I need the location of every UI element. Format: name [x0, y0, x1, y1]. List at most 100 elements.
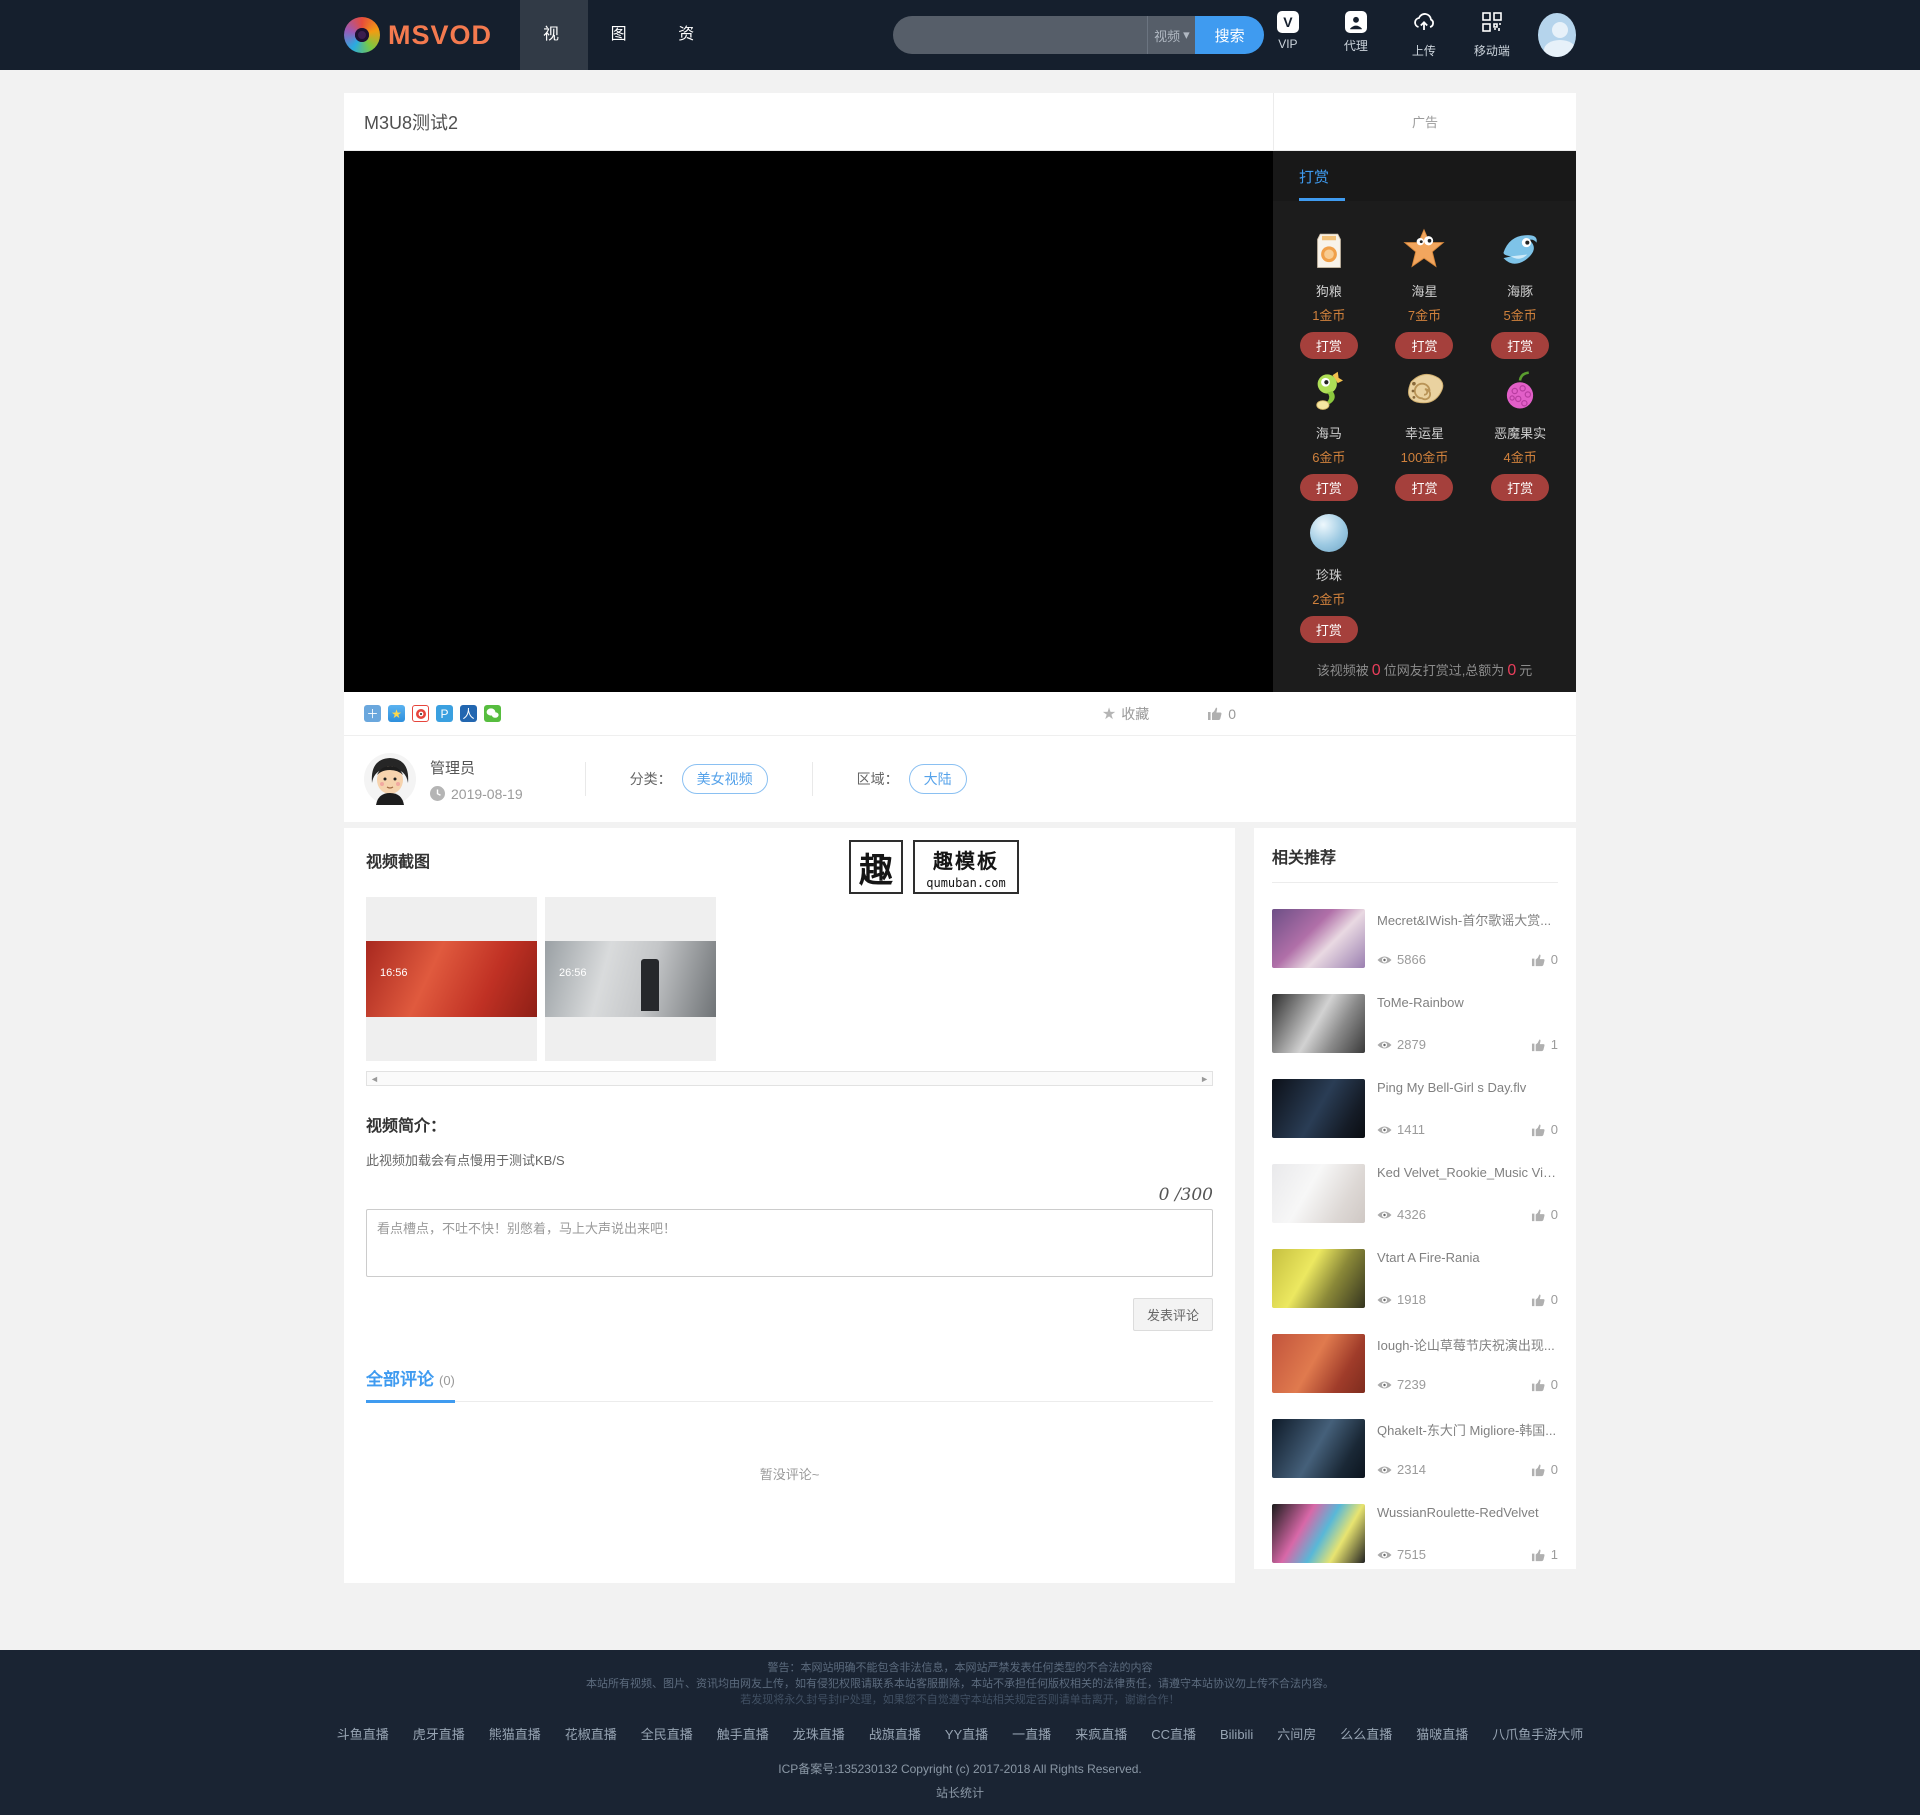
- related-thumbnail: [1272, 909, 1365, 968]
- mobile-qr-icon: [1481, 11, 1503, 38]
- eye-icon: [1377, 1295, 1392, 1305]
- chevron-down-icon: ▾: [1183, 27, 1190, 43]
- weibo-icon[interactable]: [412, 705, 429, 722]
- wechat-icon[interactable]: [484, 705, 501, 722]
- dolphin-icon: [1472, 225, 1568, 273]
- search-button[interactable]: 搜索: [1195, 16, 1263, 54]
- screenshot-card[interactable]: 16:56: [366, 897, 537, 1061]
- footer-link[interactable]: YY直播: [945, 1727, 988, 1742]
- author-avatar[interactable]: [364, 753, 416, 805]
- like-button[interactable]: 0: [1207, 706, 1236, 722]
- footer-link[interactable]: Bilibili: [1220, 1727, 1253, 1742]
- footer-link[interactable]: 一直播: [1012, 1727, 1051, 1742]
- publish-date: 2019-08-19: [451, 786, 523, 802]
- related-thumbnail: [1272, 1334, 1365, 1393]
- author-name[interactable]: 管理员: [430, 757, 523, 778]
- reward-button[interactable]: 打赏: [1300, 332, 1358, 359]
- thumbs-up-icon: [1531, 1548, 1546, 1562]
- nav-item-images[interactable]: 图片: [588, 0, 656, 70]
- reward-button[interactable]: 打赏: [1395, 332, 1453, 359]
- footer-link[interactable]: CC直播: [1151, 1727, 1196, 1742]
- related-item[interactable]: Vtart A Fire-Rania 1918 0: [1272, 1249, 1558, 1308]
- view-count: 4326: [1397, 1207, 1426, 1222]
- favorite-button[interactable]: ★ 收藏: [1102, 704, 1149, 724]
- related-title: Ked Velvet_Rookie_Music Vid...: [1377, 1165, 1558, 1180]
- footer-link[interactable]: 战旗直播: [869, 1727, 921, 1742]
- related-item[interactable]: Mecret&IWish-首尔歌谣大赏... 5866 0: [1272, 909, 1558, 968]
- reward-item: 海马 6金币 打赏: [1281, 367, 1377, 501]
- tab-all-comments[interactable]: 全部评论(0): [366, 1365, 455, 1403]
- scroll-left-icon[interactable]: ◄: [370, 1074, 379, 1084]
- related-title: QhakeIt-东大门 Migliore-韩国...: [1377, 1420, 1558, 1439]
- nav-item-video[interactable]: 视频: [520, 0, 588, 70]
- screenshot-card[interactable]: 26:56: [545, 897, 716, 1061]
- footer-link[interactable]: 全民直播: [641, 1727, 693, 1742]
- reward-button[interactable]: 打赏: [1395, 474, 1453, 501]
- submit-comment-button[interactable]: 发表评论: [1133, 1298, 1213, 1331]
- related-item[interactable]: Iough-论山草莓节庆祝演出现... 7239 0: [1272, 1334, 1558, 1393]
- search-type-select[interactable]: 视频▾: [1147, 16, 1195, 54]
- nav-item-news[interactable]: 资讯: [655, 0, 723, 70]
- like-count: 0: [1551, 1207, 1558, 1222]
- pearl-icon: [1281, 509, 1377, 557]
- category-tag[interactable]: 美女视频: [682, 764, 768, 794]
- reward-button[interactable]: 打赏: [1491, 474, 1549, 501]
- lucky-star-icon: [1377, 367, 1473, 415]
- footer-link[interactable]: 八爪鱼手游大师: [1492, 1727, 1583, 1742]
- footer-link[interactable]: 花椒直播: [565, 1727, 617, 1742]
- reward-button[interactable]: 打赏: [1491, 332, 1549, 359]
- tencent-friend-icon[interactable]: P: [436, 705, 453, 722]
- watermark: 趣 趣模板 qumuban.com: [849, 840, 1019, 894]
- footer-link[interactable]: 猫啵直播: [1416, 1727, 1468, 1742]
- footer-link[interactable]: 虎牙直播: [413, 1727, 465, 1742]
- reward-item: 海豚 5金币 打赏: [1472, 225, 1568, 359]
- like-count: 1: [1551, 1547, 1558, 1562]
- reward-button[interactable]: 打赏: [1300, 474, 1358, 501]
- qzone-icon[interactable]: ★: [388, 705, 405, 722]
- share-more-icon[interactable]: ＋: [364, 705, 381, 722]
- related-title: Ping My Bell-Girl s Day.flv: [1377, 1080, 1558, 1095]
- tab-underline: [1299, 198, 1345, 201]
- video-player[interactable]: [344, 151, 1273, 692]
- reward-price: 5金币: [1472, 305, 1568, 324]
- horizontal-scrollbar[interactable]: ◄ ►: [366, 1071, 1213, 1086]
- related-item[interactable]: Ked Velvet_Rookie_Music Vid... 4326 0: [1272, 1164, 1558, 1223]
- comment-input[interactable]: [366, 1209, 1213, 1277]
- region-tag[interactable]: 大陆: [909, 764, 967, 794]
- footer-link[interactable]: 熊猫直播: [489, 1727, 541, 1742]
- reward-button[interactable]: 打赏: [1300, 616, 1358, 643]
- footer-link[interactable]: 龙珠直播: [793, 1727, 845, 1742]
- footer-link[interactable]: 斗鱼直播: [337, 1727, 389, 1742]
- like-count: 0: [1551, 1377, 1558, 1392]
- tab-reward[interactable]: 打赏: [1299, 166, 1329, 187]
- main-nav: 视频 图片 资讯: [520, 0, 723, 70]
- upload-link[interactable]: 上传: [1400, 11, 1448, 59]
- agent-link[interactable]: 代理: [1332, 11, 1380, 59]
- scroll-right-icon[interactable]: ►: [1200, 1074, 1209, 1084]
- related-title: Vtart A Fire-Rania: [1377, 1250, 1558, 1265]
- footer-link[interactable]: 么么直播: [1340, 1727, 1392, 1742]
- user-avatar[interactable]: [1538, 13, 1576, 57]
- logo-shutter-icon: [344, 17, 380, 53]
- site-logo[interactable]: MSVOD: [344, 17, 492, 53]
- view-count: 2314: [1397, 1462, 1426, 1477]
- vip-link[interactable]: V VIP: [1264, 11, 1312, 59]
- reward-item: 狗粮 1金币 打赏: [1281, 225, 1377, 359]
- renren-icon[interactable]: 人: [460, 705, 477, 722]
- mobile-link[interactable]: 移动端: [1468, 11, 1516, 59]
- footer: 警告：本网站明确不能包含非法信息，本网站严禁发表任何类型的不合法的内容 本站所有…: [0, 1650, 1920, 1815]
- related-item[interactable]: Ping My Bell-Girl s Day.flv 1411 0: [1272, 1079, 1558, 1138]
- search-input[interactable]: [893, 16, 1147, 54]
- footer-link[interactable]: 触手直播: [717, 1727, 769, 1742]
- footer-link[interactable]: 来疯直播: [1075, 1727, 1127, 1742]
- region-label: 区域：: [857, 769, 899, 789]
- related-item[interactable]: ToMe-Rainbow 2879 1: [1272, 994, 1558, 1053]
- reward-panel: 打赏 狗粮 1金币 打赏: [1273, 151, 1576, 692]
- related-item[interactable]: QhakeIt-东大门 Migliore-韩国... 2314 0: [1272, 1419, 1558, 1478]
- eye-icon: [1377, 1125, 1392, 1135]
- divider: [812, 762, 813, 796]
- footer-link[interactable]: 六间房: [1277, 1727, 1316, 1742]
- reward-item: 恶魔果实 4金币 打赏: [1472, 367, 1568, 501]
- thumbs-up-icon: [1531, 953, 1546, 967]
- related-item[interactable]: WussianRoulette-RedVelvet 7515 1: [1272, 1504, 1558, 1563]
